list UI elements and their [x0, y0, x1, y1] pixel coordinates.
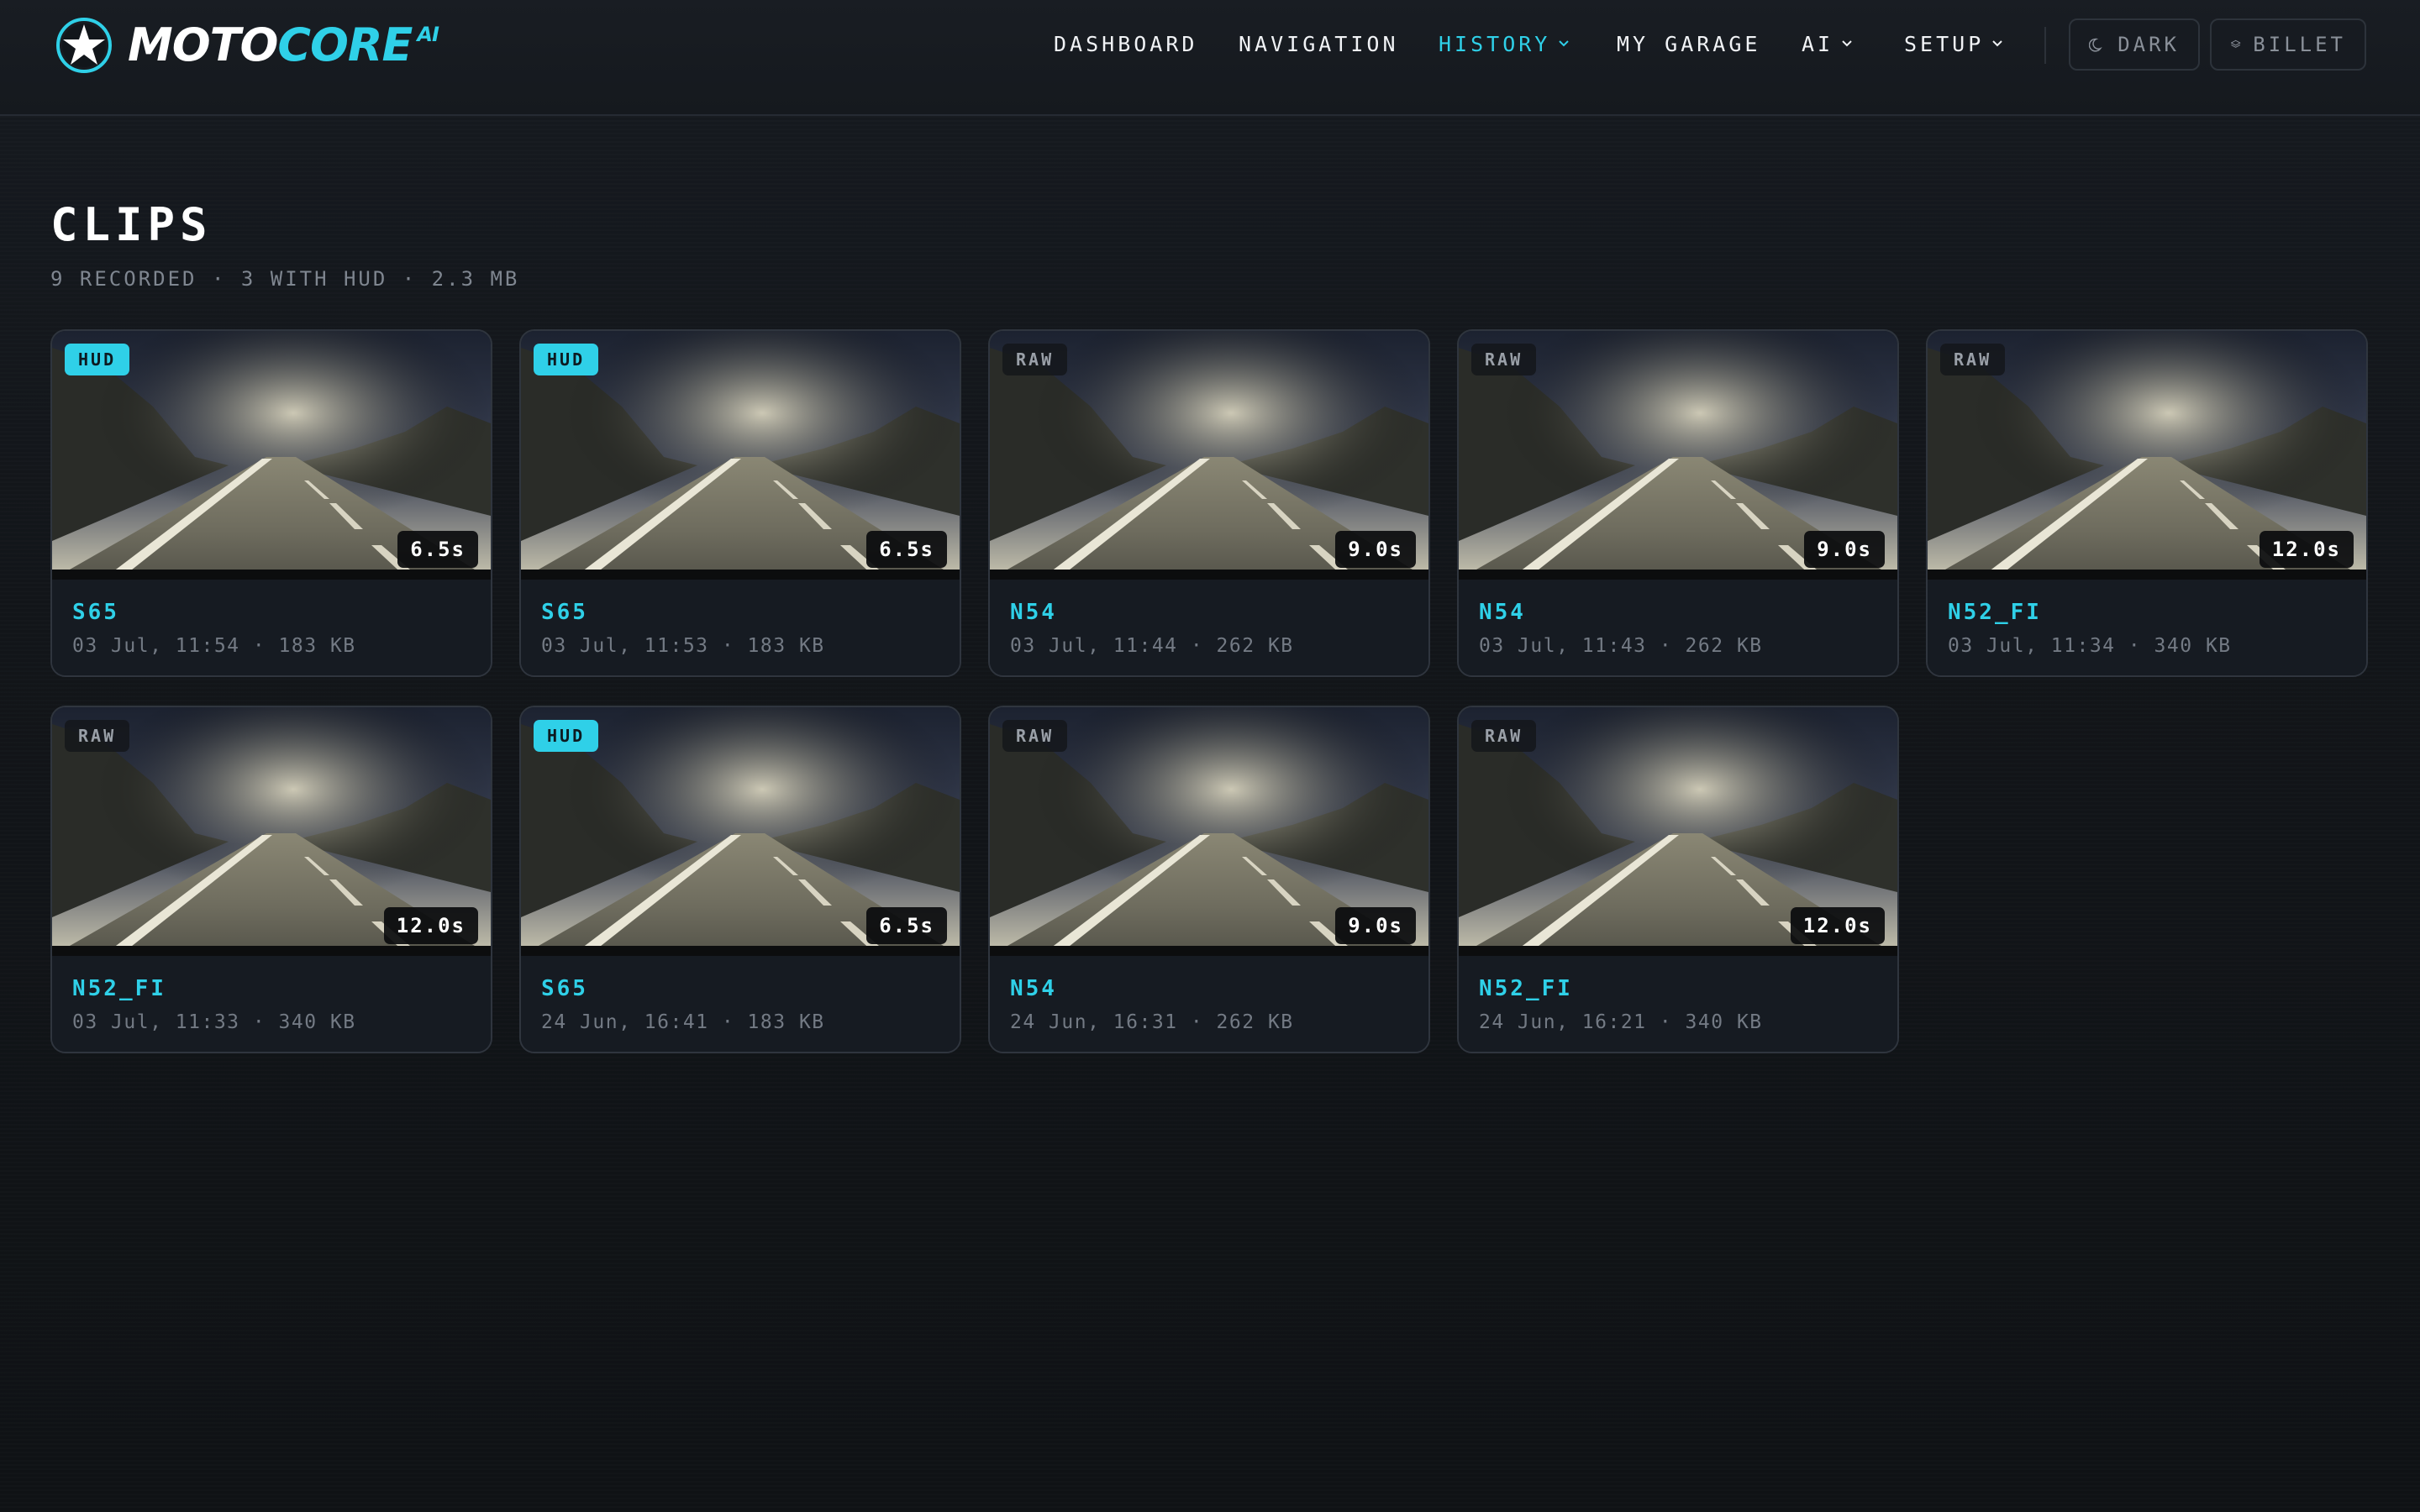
- clip-info: N52_FI 03 Jul, 11:34 · 340 KB: [1928, 580, 2366, 675]
- clip-duration: 9.0s: [1335, 531, 1416, 568]
- clip-name: S65: [541, 976, 588, 1001]
- clip-card[interactable]: HUD 6.5s S65 03 Jul, 11:54 · 183 KB: [50, 329, 492, 677]
- nav-divider: [2044, 27, 2046, 64]
- clip-thumbnail: RAW 12.0s: [1459, 707, 1897, 956]
- moon-icon: [2089, 38, 2102, 52]
- nav-dashboard-label: DASHBOARD: [1054, 32, 1198, 56]
- top-bar: MOTO CORE AI DASHBOARD NAVIGATION HISTOR…: [0, 0, 2420, 116]
- clip-badge: HUD: [65, 344, 130, 375]
- skin-toggle-label: BILLET: [2253, 33, 2346, 56]
- clip-name: N54: [1010, 976, 1057, 1001]
- clip-card[interactable]: HUD 6.5s S65 03 Jul, 11:53 · 183 KB: [519, 329, 961, 677]
- nav-ai-label: AI: [1802, 32, 1834, 56]
- clip-info: N52_FI 24 Jun, 16:21 · 340 KB: [1459, 956, 1897, 1052]
- clip-info: S65 03 Jul, 11:53 · 183 KB: [521, 580, 960, 675]
- clip-badge: RAW: [1471, 344, 1537, 375]
- clip-duration: 9.0s: [1335, 907, 1416, 944]
- clip-name: N52_FI: [72, 976, 166, 1001]
- clip-badge: RAW: [1940, 344, 2006, 375]
- clip-thumbnail: HUD 6.5s: [521, 707, 960, 956]
- main-nav: DASHBOARD NAVIGATION HISTORY MY GARAGE A…: [0, 24, 2420, 66]
- clip-meta: 03 Jul, 11:53 · 183 KB: [541, 635, 825, 657]
- nav-my-garage[interactable]: MY GARAGE: [1617, 24, 1760, 66]
- clip-name: N52_FI: [1948, 600, 2042, 625]
- clip-name: N54: [1479, 600, 1526, 625]
- clip-badge: RAW: [65, 720, 130, 752]
- nav-navigation[interactable]: NAVIGATION: [1239, 24, 1399, 66]
- clip-thumbnail: RAW 12.0s: [52, 707, 491, 956]
- clip-meta: 24 Jun, 16:21 · 340 KB: [1479, 1011, 1763, 1033]
- page-title: CLIPS: [50, 198, 213, 251]
- clip-info: S65 24 Jun, 16:41 · 183 KB: [521, 956, 960, 1052]
- nav-history[interactable]: HISTORY: [1439, 24, 1570, 66]
- clip-card[interactable]: RAW 12.0s N52_FI 03 Jul, 11:33 · 340 KB: [50, 706, 492, 1053]
- clip-card[interactable]: HUD 6.5s S65 24 Jun, 16:41 · 183 KB: [519, 706, 961, 1053]
- clip-thumbnail: RAW 9.0s: [1459, 331, 1897, 580]
- clip-name: N54: [1010, 600, 1057, 625]
- clip-card[interactable]: RAW 9.0s N54 03 Jul, 11:43 · 262 KB: [1457, 329, 1899, 677]
- nav-ai[interactable]: AI: [1802, 24, 1854, 66]
- clip-duration: 6.5s: [397, 531, 478, 568]
- clip-name: N52_FI: [1479, 976, 1573, 1001]
- clip-info: N54 03 Jul, 11:44 · 262 KB: [990, 580, 1428, 675]
- clip-thumbnail: RAW 12.0s: [1928, 331, 2366, 580]
- clip-badge: RAW: [1002, 344, 1068, 375]
- clip-info: N54 24 Jun, 16:31 · 262 KB: [990, 956, 1428, 1052]
- clip-card[interactable]: RAW 12.0s N52_FI 24 Jun, 16:21 · 340 KB: [1457, 706, 1899, 1053]
- clip-name: S65: [541, 600, 588, 625]
- clips-summary: 9 RECORDED · 3 WITH HUD · 2.3 MB: [50, 267, 520, 291]
- nav-my-garage-label: MY GARAGE: [1617, 32, 1761, 56]
- clip-thumbnail: HUD 6.5s: [521, 331, 960, 580]
- clip-info: N54 03 Jul, 11:43 · 262 KB: [1459, 580, 1897, 675]
- nav-dashboard[interactable]: DASHBOARD: [1054, 24, 1197, 66]
- nav-setup-label: SETUP: [1904, 32, 1985, 56]
- nav-history-label: HISTORY: [1439, 32, 1551, 56]
- clip-card[interactable]: RAW 12.0s N52_FI 03 Jul, 11:34 · 340 KB: [1926, 329, 2368, 677]
- layers-icon: [2230, 39, 2241, 48]
- clip-badge: HUD: [534, 720, 599, 752]
- theme-toggle-label: DARK: [2118, 33, 2180, 56]
- clip-duration: 12.0s: [383, 907, 478, 944]
- clip-duration: 12.0s: [2259, 531, 2354, 568]
- theme-toggle-button[interactable]: DARK: [2069, 18, 2200, 71]
- clip-duration: 9.0s: [1804, 531, 1885, 568]
- clip-duration: 6.5s: [866, 531, 947, 568]
- clip-info: S65 03 Jul, 11:54 · 183 KB: [52, 580, 491, 675]
- chevron-down-icon: [1559, 40, 1570, 47]
- clip-duration: 6.5s: [866, 907, 947, 944]
- clip-meta: 03 Jul, 11:34 · 340 KB: [1948, 635, 2232, 657]
- clip-badge: HUD: [534, 344, 599, 375]
- clip-meta: 03 Jul, 11:54 · 183 KB: [72, 635, 356, 657]
- clip-badge: RAW: [1471, 720, 1537, 752]
- nav-setup[interactable]: SETUP: [1904, 24, 2004, 66]
- clip-meta: 03 Jul, 11:43 · 262 KB: [1479, 635, 1763, 657]
- clip-meta: 03 Jul, 11:33 · 340 KB: [72, 1011, 356, 1033]
- chevron-down-icon: [1992, 40, 2002, 47]
- clip-thumbnail: RAW 9.0s: [990, 707, 1428, 956]
- clip-meta: 24 Jun, 16:41 · 183 KB: [541, 1011, 825, 1033]
- nav-navigation-label: NAVIGATION: [1239, 32, 1399, 56]
- clip-badge: RAW: [1002, 720, 1068, 752]
- clip-meta: 03 Jul, 11:44 · 262 KB: [1010, 635, 1294, 657]
- chevron-down-icon: [1842, 40, 1852, 47]
- skin-toggle-button[interactable]: BILLET: [2210, 18, 2366, 71]
- clip-name: S65: [72, 600, 119, 625]
- clip-thumbnail: HUD 6.5s: [52, 331, 491, 580]
- clip-duration: 12.0s: [1790, 907, 1885, 944]
- clip-info: N52_FI 03 Jul, 11:33 · 340 KB: [52, 956, 491, 1052]
- clip-meta: 24 Jun, 16:31 · 262 KB: [1010, 1011, 1294, 1033]
- clip-card[interactable]: RAW 9.0s N54 24 Jun, 16:31 · 262 KB: [988, 706, 1430, 1053]
- clip-card[interactable]: RAW 9.0s N54 03 Jul, 11:44 · 262 KB: [988, 329, 1430, 677]
- clip-thumbnail: RAW 9.0s: [990, 331, 1428, 580]
